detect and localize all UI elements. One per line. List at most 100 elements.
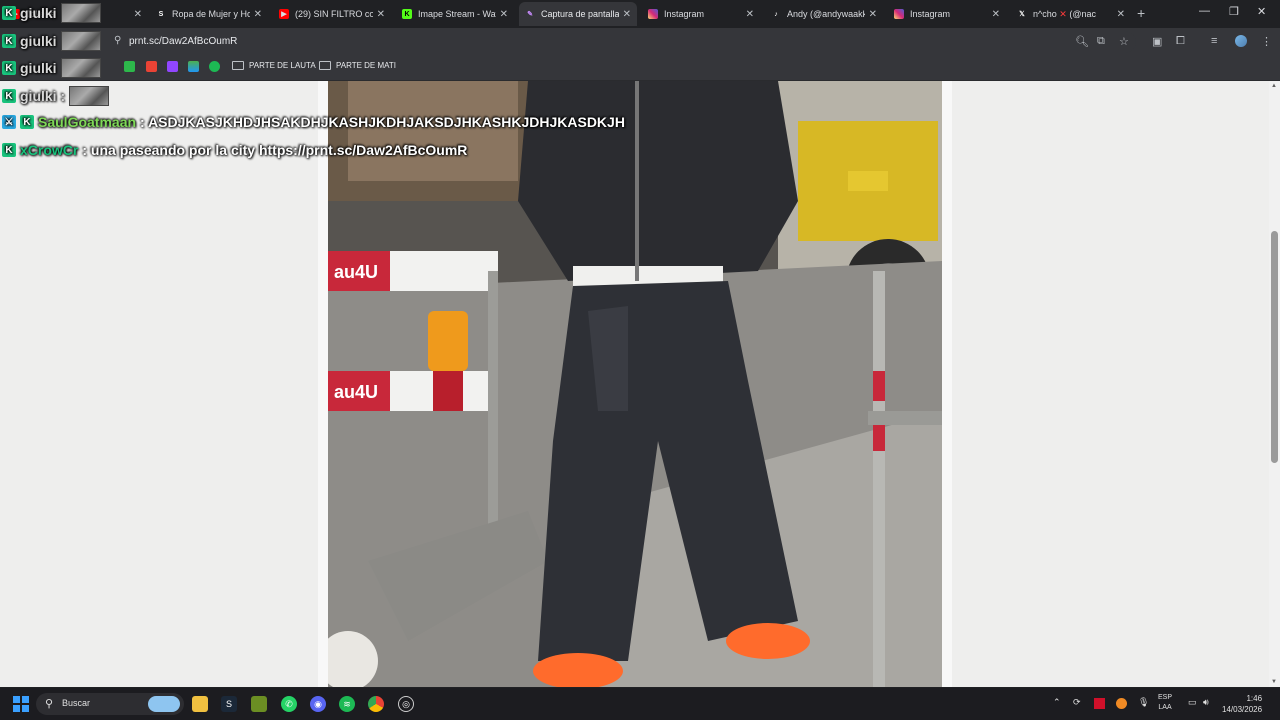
shein-icon: S [156, 9, 166, 19]
close-icon[interactable]: ✕ [134, 9, 142, 20]
tab-strip: ▶ Tokens ✕ S Ropa de Mujer y Hom ✕ ▶ (29… [0, 0, 1280, 28]
x-icon: 𝕏 [1019, 11, 1025, 18]
bookmark-bar-icon[interactable] [188, 61, 199, 72]
svg-text:au4U: au4U [334, 382, 378, 402]
tab-5[interactable]: Instagram ✕ [642, 2, 760, 26]
chat-line: K giulki [2, 58, 101, 78]
lightshot-icon: ✎ [527, 11, 533, 18]
kick-badge-icon: K [20, 115, 34, 129]
address-bar[interactable]: ⚲ prnt.sc/Daw2AfBcOumR [112, 31, 1136, 53]
close-icon[interactable]: ✕ [500, 9, 508, 20]
chat-line: K xCrowCr : una paseando por la city htt… [2, 142, 467, 158]
taskbar-clock[interactable]: 1:46 14/03/2026 [1222, 693, 1262, 715]
emote-image [69, 86, 110, 106]
tiktok-icon: ♪ [774, 10, 778, 18]
media-control-icon[interactable]: ≡ [1211, 35, 1217, 47]
app-tray-icon[interactable] [1094, 698, 1105, 709]
svg-text:au4U: au4U [334, 262, 378, 282]
whatsapp-icon[interactable]: ✆ [281, 696, 297, 712]
page-content: au4U au4U [0, 81, 1269, 687]
tab-4[interactable]: ✎ Captura de pantalla ✕ [519, 2, 637, 26]
scroll-up-icon[interactable]: ▲ [1271, 83, 1277, 89]
close-icon[interactable]: ✕ [623, 9, 631, 20]
chat-line: K giulki [2, 3, 101, 23]
tab-1[interactable]: S Ropa de Mujer y Hom ✕ [150, 2, 268, 26]
sync-icon[interactable]: ⟳ [1073, 697, 1081, 708]
steam-icon[interactable]: S [221, 696, 237, 712]
close-icon[interactable]: ✕ [746, 9, 754, 20]
instagram-icon [894, 9, 904, 19]
microphone-icon[interactable]: 🎙︎ [1138, 697, 1149, 708]
close-icon[interactable]: ✕ [869, 9, 877, 20]
tab-3[interactable]: K Imape Stream - Wat ✕ [396, 2, 514, 26]
folder-icon [319, 61, 331, 70]
new-tab-button[interactable]: + [1137, 5, 1145, 21]
close-icon[interactable]: ✕ [1117, 9, 1125, 20]
kick-badge-icon: K [2, 143, 16, 157]
gmail-icon[interactable] [146, 61, 157, 72]
bookmark-green-icon[interactable] [124, 61, 135, 72]
tab-2[interactable]: ▶ (29) SIN FILTRO con V ✕ [273, 2, 391, 26]
puzzle-icon[interactable]: ⧠ [1176, 35, 1185, 48]
swan-icon [148, 696, 180, 712]
avast-icon[interactable] [1116, 698, 1127, 709]
windows-start-icon[interactable] [13, 696, 29, 712]
bookmark-folder-mati[interactable]: PARTE DE MATI [319, 61, 396, 70]
tab-8[interactable]: 𝕏 n^cho ✕ (@nac ✕ [1011, 2, 1131, 26]
bookmark-folder-lauta[interactable]: PARTE DE LAUTA [232, 61, 316, 70]
tab-7[interactable]: Instagram ✕ [888, 2, 1006, 26]
site-info-icon[interactable]: ⚲ [114, 35, 121, 46]
street-photo: au4U au4U [328, 81, 942, 687]
screenshot-image[interactable]: au4U au4U [328, 81, 942, 687]
scrollbar-thumb[interactable] [1271, 231, 1278, 463]
volume-icon[interactable]: 🔊︎ [1203, 697, 1209, 708]
folder-icon [232, 61, 244, 70]
zoom-icon[interactable]: 🔍︎ [1075, 35, 1089, 48]
language-indicator[interactable]: ESP LAA [1158, 693, 1172, 713]
youtube-icon: ▶ [279, 9, 289, 19]
close-icon[interactable]: ✕ [992, 9, 1000, 20]
scrollbar[interactable]: ▲ ▼ [1269, 81, 1280, 687]
kick-badge-icon: K [2, 6, 16, 20]
cross-emoji-icon: ✕ [1059, 8, 1067, 19]
spotify-bookmark-icon[interactable] [209, 61, 220, 72]
close-icon[interactable]: ✕ [254, 9, 262, 20]
emote-image [60, 3, 101, 23]
minecraft-icon[interactable] [251, 696, 267, 712]
bookmarks-bar: PARTE DE LAUTA PARTE DE MATI [0, 56, 1280, 81]
emote-image [60, 58, 101, 78]
tab-6[interactable]: ♪ Andy (@andywaakk) ✕ [765, 2, 883, 26]
close-window-icon[interactable]: ✕ [1257, 5, 1266, 18]
discord-icon[interactable]: ◉ [310, 696, 326, 712]
close-icon[interactable]: ✕ [377, 9, 385, 20]
chat-line: K giulki : [2, 86, 110, 106]
moderator-badge-icon: ⚔ [2, 115, 16, 129]
maximize-icon[interactable]: ❐ [1229, 5, 1239, 18]
kick-badge-icon: K [2, 34, 16, 48]
file-explorer-icon[interactable] [192, 696, 208, 712]
twitch-icon[interactable] [167, 61, 178, 72]
minimize-icon[interactable]: — [1199, 5, 1210, 17]
screenshot-viewer: au4U au4U [318, 81, 952, 687]
emote-image [60, 31, 101, 51]
instagram-icon [648, 9, 658, 19]
url-text[interactable]: prnt.sc/Daw2AfBcOumR [129, 36, 237, 47]
menu-icon[interactable]: ⋮ [1261, 35, 1272, 48]
tray-expand-icon[interactable]: ⌃ [1053, 697, 1061, 708]
browser-toolbar: ⚲ prnt.sc/Daw2AfBcOumR 🔍︎ ⧉ ☆ ▣ ⧠ ≡ ⋮ [0, 28, 1280, 56]
chrome-icon[interactable] [368, 696, 384, 712]
taskbar-search[interactable]: ⚲ Buscar [36, 693, 184, 715]
bookmark-star-icon[interactable]: ☆ [1119, 35, 1129, 48]
screenshot-icon[interactable]: ⧉ [1097, 35, 1105, 48]
extension-icon[interactable]: ▣ [1152, 35, 1162, 48]
windows-taskbar: ⚲ Buscar S ✆ ◉ ≋ ◎ ⌃ ⟳ 🎙︎ ESP LAA ▭ 🔊︎ 1… [0, 688, 1280, 720]
obs-icon[interactable]: ◎ [398, 696, 414, 712]
search-icon: ⚲ [45, 698, 54, 710]
chat-line: ⚔ K SaulGoatmaan : ASDJKASJKHDJHSAKDHJKA… [2, 114, 625, 130]
kick-badge-icon: K [2, 61, 16, 75]
network-icon[interactable]: ▭ [1188, 697, 1197, 708]
scroll-down-icon[interactable]: ▼ [1271, 679, 1277, 685]
spotify-icon[interactable]: ≋ [339, 696, 355, 712]
kick-icon: K [402, 9, 412, 19]
profile-avatar[interactable] [1235, 35, 1247, 47]
